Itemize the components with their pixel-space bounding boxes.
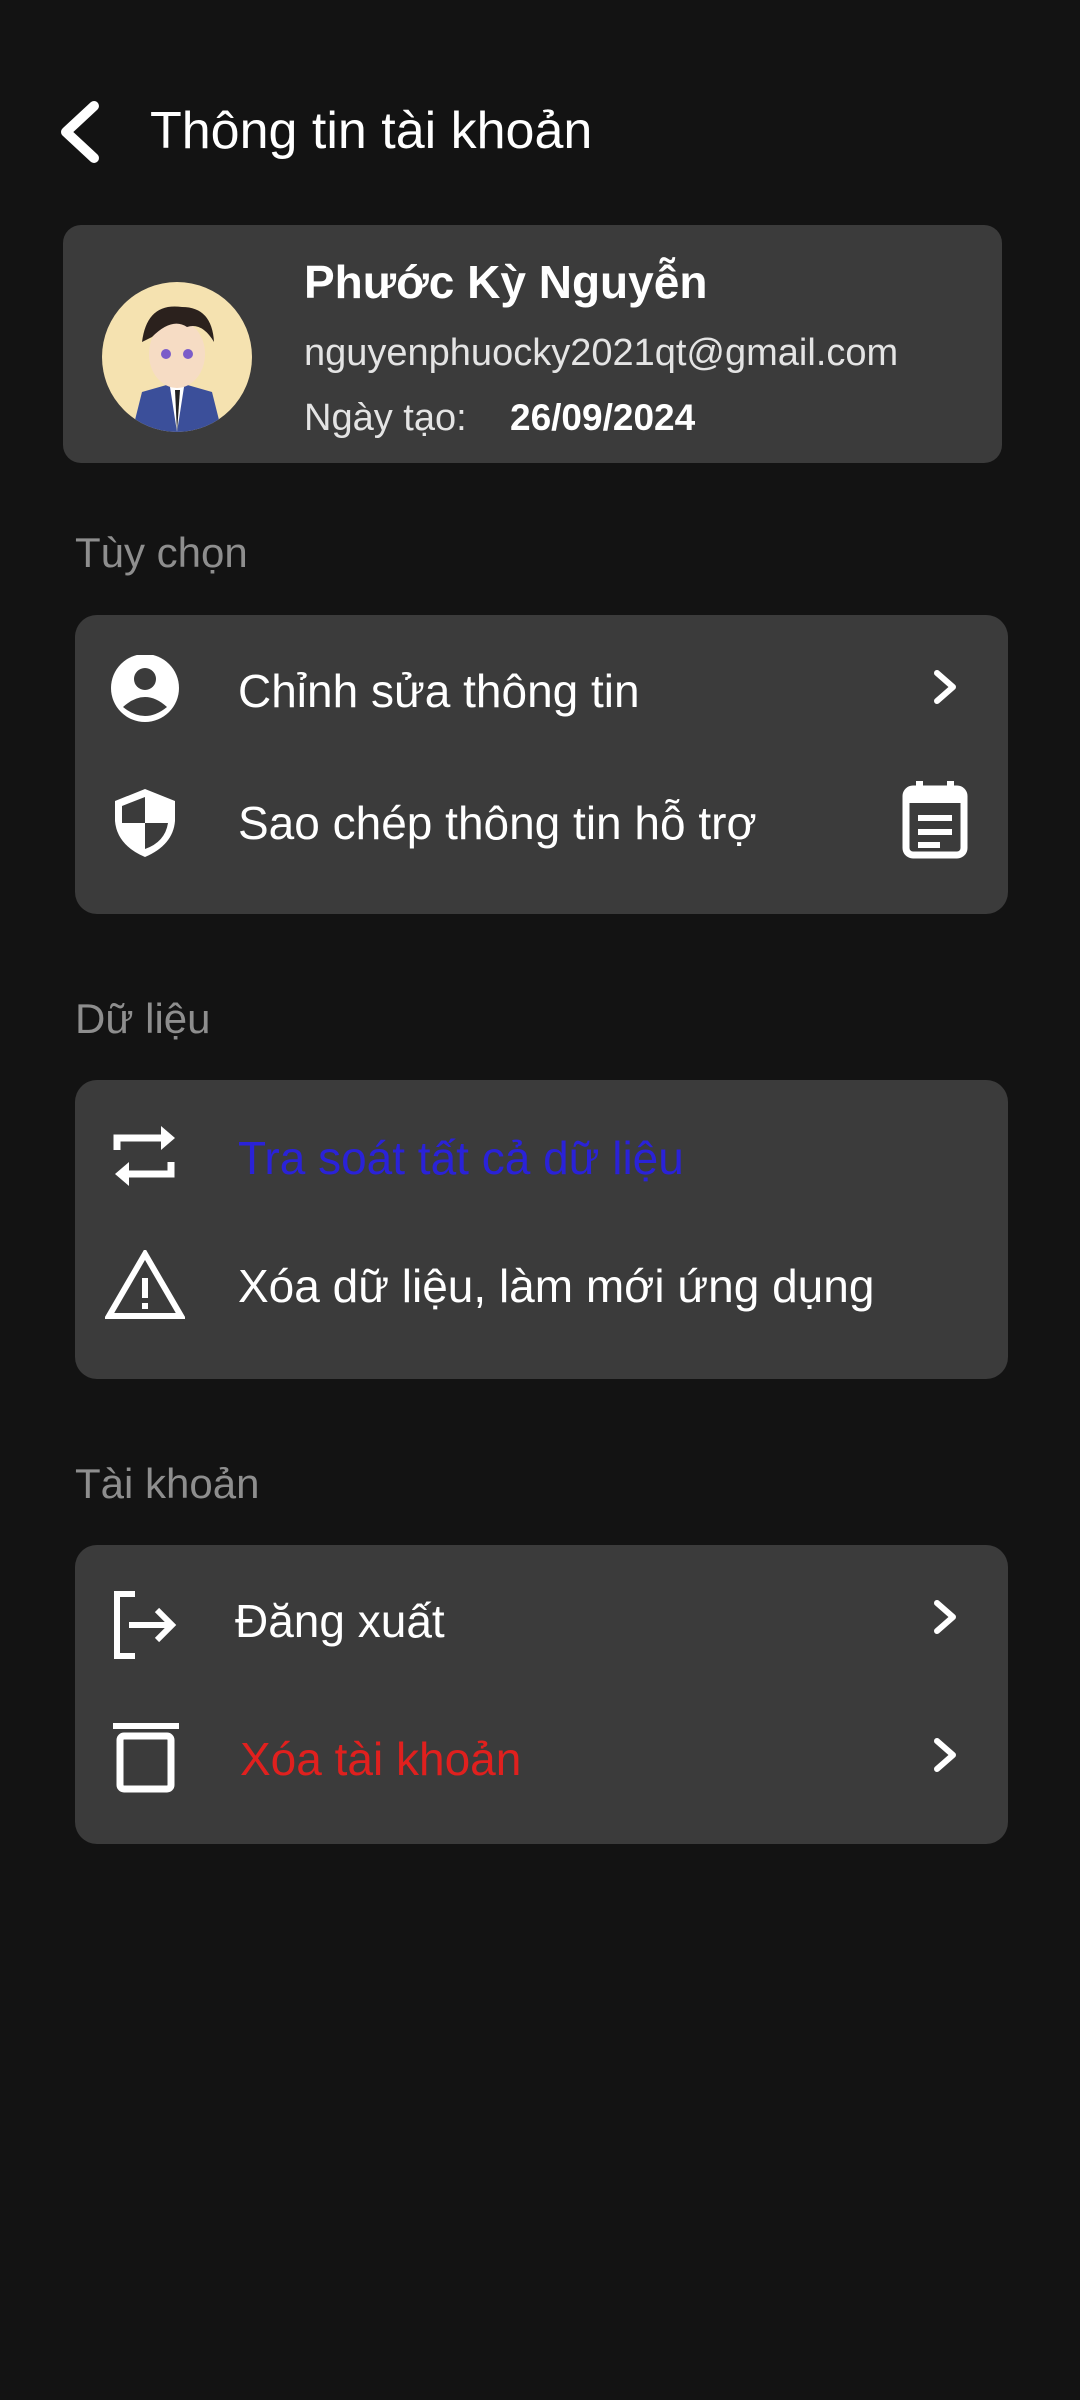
shield-icon: [105, 787, 185, 857]
delete-account-label: Xóa tài khoản: [240, 1733, 522, 1785]
created-label: Ngày tạo:: [304, 397, 467, 439]
chevron-right-icon: [915, 657, 975, 717]
edit-info-label: Chỉnh sửa thông tin: [238, 665, 640, 717]
clipboard-icon[interactable]: [900, 779, 970, 859]
reset-app-row[interactable]: Xóa dữ liệu, làm mới ứng dụng: [75, 1220, 1008, 1340]
chevron-left-icon: [61, 101, 99, 163]
section-title-account: Tài khoản: [75, 1460, 260, 1507]
chevron-right-icon: [915, 1725, 975, 1785]
chevron-right-icon: [915, 1587, 975, 1647]
warning-icon: [105, 1250, 185, 1320]
account-group: Đăng xuất Xóa tài khoản: [75, 1545, 1008, 1844]
reset-app-label: Xóa dữ liệu, làm mới ứng dụng: [238, 1260, 875, 1312]
section-title-options: Tùy chọn: [75, 529, 248, 576]
profile-name: Phước Kỳ Nguyễn: [304, 256, 708, 308]
copy-support-info-row[interactable]: Sao chép thông tin hỗ trợ: [75, 757, 1008, 877]
page-title: Thông tin tài khoản: [150, 102, 593, 160]
logout-row[interactable]: Đăng xuất: [75, 1555, 1008, 1675]
sync-arrows-icon: [105, 1122, 185, 1192]
edit-info-row[interactable]: Chỉnh sửa thông tin: [75, 625, 1008, 745]
data-group: Tra soát tất cả dữ liệu Xóa dữ liệu, làm…: [75, 1080, 1008, 1379]
profile-email: nguyenphuocky2021qt@gmail.com: [304, 332, 899, 374]
audit-data-label: Tra soát tất cả dữ liệu: [238, 1132, 684, 1184]
logout-icon: [105, 1590, 185, 1660]
back-button[interactable]: [52, 100, 112, 164]
created-date: 26/09/2024: [510, 397, 696, 438]
account-circle-icon: [105, 655, 185, 725]
section-title-data: Dữ liệu: [75, 995, 211, 1042]
options-group: Chỉnh sửa thông tin Sao chép thông tin h…: [75, 615, 1008, 914]
audit-data-row[interactable]: Tra soát tất cả dữ liệu: [75, 1092, 1008, 1212]
logout-label: Đăng xuất: [235, 1595, 445, 1647]
avatar: [102, 282, 252, 432]
delete-account-row[interactable]: Xóa tài khoản: [75, 1693, 1008, 1813]
copy-support-info-label: Sao chép thông tin hỗ trợ: [238, 797, 757, 849]
trash-icon: [105, 1723, 185, 1793]
